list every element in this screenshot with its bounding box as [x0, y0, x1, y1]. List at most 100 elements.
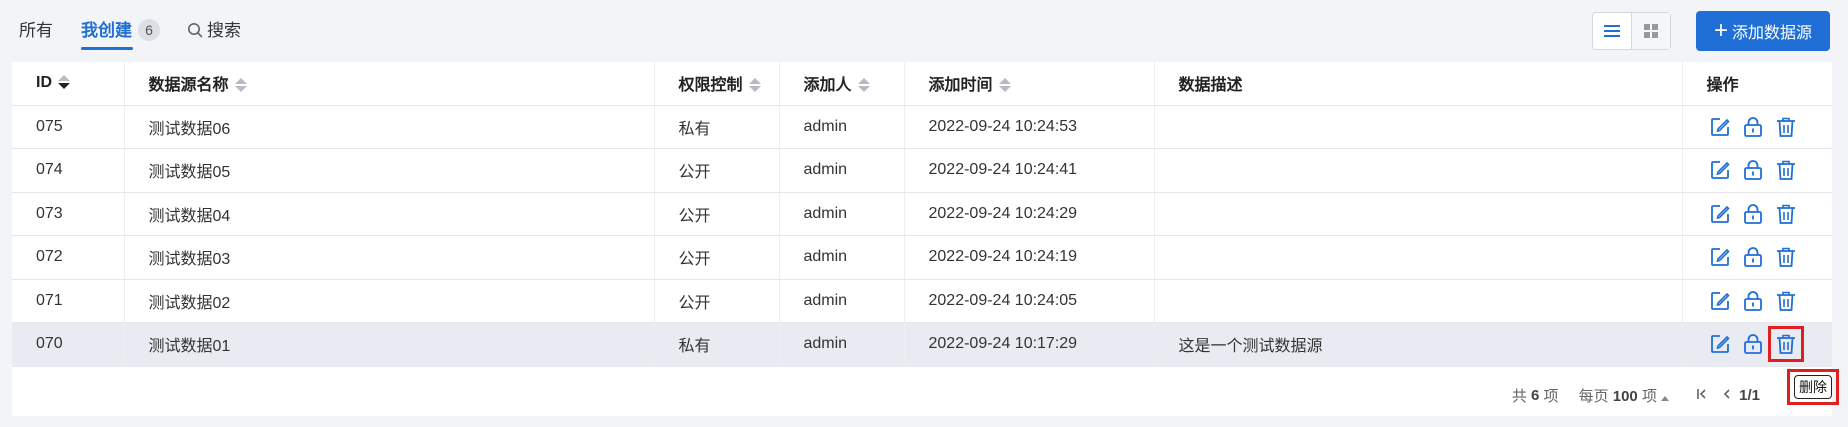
sort-icon[interactable]: [58, 75, 70, 90]
cell-permission: 公开: [654, 192, 780, 236]
cell-id: 074: [12, 148, 125, 193]
cell-time: 2022-09-24 10:24:19: [904, 235, 1155, 280]
delete-button[interactable]: [1773, 157, 1799, 183]
lock-icon: [1742, 159, 1764, 181]
edit-button[interactable]: [1707, 244, 1733, 270]
cell-permission: 公开: [654, 235, 780, 280]
cell-permission: 私有: [654, 322, 780, 367]
cell-creator: admin: [779, 235, 905, 280]
cell-name: 测试数据01: [124, 322, 655, 367]
delete-button[interactable]: [1773, 244, 1799, 270]
cell-name: 测试数据03: [124, 235, 655, 280]
permission-button[interactable]: [1740, 244, 1766, 270]
datasource-table: ID 数据源名称 权限控制 添加人 添加时间 数据描述 操作 075 测试数据06…: [12, 62, 1832, 367]
cell-id: 073: [12, 192, 125, 236]
cell-actions: [1682, 148, 1832, 193]
permission-button[interactable]: [1740, 288, 1766, 314]
trash-icon: [1775, 159, 1797, 181]
chevron-left-icon: [1724, 389, 1730, 399]
header-permission[interactable]: 权限控制: [654, 62, 780, 106]
trash-icon: [1775, 333, 1797, 355]
cell-name: 测试数据02: [124, 279, 655, 323]
plus-icon: +: [1713, 17, 1728, 44]
cell-id: 071: [12, 279, 125, 323]
delete-button[interactable]: [1773, 201, 1799, 227]
delete-button[interactable]: [1773, 288, 1799, 314]
cell-actions: [1682, 235, 1832, 280]
total-count: 6: [1531, 386, 1540, 404]
table-row[interactable]: 070 测试数据01 私有 admin 2022-09-24 10:17:29 这是一个测…: [12, 322, 1832, 367]
permission-button[interactable]: [1740, 201, 1766, 227]
cell-name: 测试数据05: [124, 148, 655, 193]
cell-actions: [1682, 322, 1832, 367]
sort-icon[interactable]: [748, 78, 761, 93]
header-name[interactable]: 数据源名称: [124, 62, 655, 106]
tab-search-label: 搜索: [207, 21, 241, 40]
total-prefix: 共: [1511, 387, 1527, 405]
cell-description: [1154, 235, 1683, 280]
cell-creator: admin: [779, 105, 905, 149]
cell-creator: admin: [779, 279, 905, 323]
list-view-button[interactable]: [1593, 13, 1632, 49]
permission-button[interactable]: [1740, 331, 1766, 357]
cell-creator: admin: [779, 148, 905, 193]
first-page-icon: [1697, 389, 1706, 399]
edit-button[interactable]: [1707, 157, 1733, 183]
tab-search[interactable]: 搜索: [187, 18, 241, 44]
table-row[interactable]: 075 测试数据06 私有 admin 2022-09-24 10:24:53: [12, 105, 1832, 149]
table-row[interactable]: 073 测试数据04 公开 admin 2022-09-24 10:24:29: [12, 192, 1832, 236]
header-creator[interactable]: 添加人: [779, 62, 905, 106]
cell-actions: [1682, 192, 1832, 236]
page-indicator: 1/1: [1739, 386, 1760, 404]
tab-all[interactable]: 所有: [19, 18, 53, 44]
trash-icon: [1775, 246, 1797, 268]
cell-permission: 公开: [654, 148, 780, 193]
add-datasource-button[interactable]: + 添加数据源: [1696, 11, 1830, 51]
lock-icon: [1742, 290, 1764, 312]
edit-button[interactable]: [1707, 201, 1733, 227]
delete-button[interactable]: [1773, 114, 1799, 140]
lock-icon: [1742, 246, 1764, 268]
edit-button[interactable]: [1707, 288, 1733, 314]
list-icon: [1604, 25, 1620, 37]
caret-up-icon: [1661, 395, 1670, 401]
tab-mine-label: 我创建: [81, 21, 132, 40]
edit-button[interactable]: [1707, 114, 1733, 140]
add-datasource-label: 添加数据源: [1732, 25, 1813, 42]
sort-icon[interactable]: [234, 78, 247, 93]
per-page-select[interactable]: 每页 100 项: [1579, 385, 1670, 406]
grid-view-button[interactable]: [1632, 13, 1670, 49]
header-description: 数据描述: [1154, 62, 1683, 106]
cell-id: 075: [12, 105, 125, 149]
sort-icon[interactable]: [857, 78, 870, 93]
edit-button[interactable]: [1707, 331, 1733, 357]
cell-name: 测试数据06: [124, 105, 655, 149]
cell-permission: 公开: [654, 279, 780, 323]
cell-description: [1154, 279, 1683, 323]
cell-description: [1154, 105, 1683, 149]
delete-button[interactable]: [1767, 326, 1804, 363]
permission-button[interactable]: [1740, 114, 1766, 140]
table-row[interactable]: 072 测试数据03 公开 admin 2022-09-24 10:24:19: [12, 235, 1832, 280]
header-id[interactable]: ID: [12, 62, 125, 106]
edit-icon: [1709, 246, 1731, 268]
edit-icon: [1709, 159, 1731, 181]
trash-icon: [1775, 203, 1797, 225]
table-row[interactable]: 071 测试数据02 公开 admin 2022-09-24 10:24:05: [12, 279, 1832, 323]
edit-icon: [1709, 116, 1731, 138]
top-bar: 所有 我创建 6 搜索 + 添加数据源: [0, 0, 1848, 62]
cell-description: 这是一个测试数据源: [1154, 322, 1683, 367]
edit-icon: [1709, 333, 1731, 355]
permission-button[interactable]: [1740, 157, 1766, 183]
header-time[interactable]: 添加时间: [904, 62, 1155, 106]
lock-icon: [1742, 333, 1764, 355]
first-page-button[interactable]: [1697, 387, 1707, 403]
tab-mine[interactable]: 我创建 6: [81, 18, 160, 50]
table-row[interactable]: 074 测试数据05 公开 admin 2022-09-24 10:24:41: [12, 148, 1832, 193]
cell-actions: [1682, 279, 1832, 323]
cell-id: 072: [12, 235, 125, 280]
sort-icon[interactable]: [998, 78, 1011, 93]
cell-name: 测试数据04: [124, 192, 655, 236]
prev-page-button[interactable]: [1723, 387, 1731, 403]
cell-actions: [1682, 105, 1832, 149]
